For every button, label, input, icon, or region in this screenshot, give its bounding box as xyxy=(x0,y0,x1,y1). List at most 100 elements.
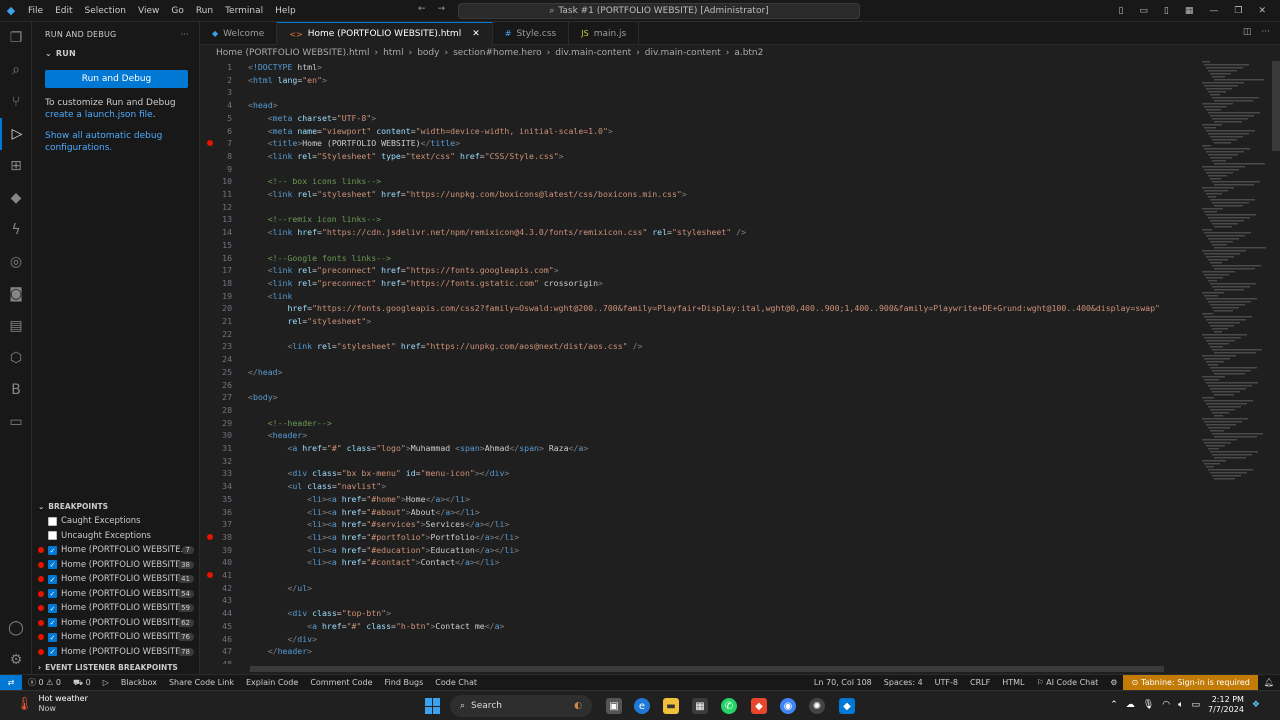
run-section-header[interactable]: ⌄ RUN xyxy=(32,46,199,60)
minimap[interactable] xyxy=(1200,61,1270,481)
line-ending[interactable]: CRLF xyxy=(964,678,996,687)
notebook-icon[interactable]: ▤ xyxy=(0,310,32,342)
debug-icon[interactable]: ▷ xyxy=(97,678,115,687)
event-listener-breakpoints-header[interactable]: › EVENT LISTENER BREAKPOINTS xyxy=(32,659,200,675)
code-editor[interactable]: 1 <!DOCTYPE html> 2 <html lang="en"> 3 4 <head… xyxy=(200,61,1200,664)
breakpoint-row[interactable]: ✓ Home (PORTFOLIO WEBSITE... 54 xyxy=(32,587,200,602)
menu-run[interactable]: Run xyxy=(196,6,213,16)
breakpoint-checkbox[interactable]: ✓ xyxy=(48,647,57,657)
breadcrumb-item[interactable]: html xyxy=(383,48,404,58)
split-editor-icon[interactable]: ◫ xyxy=(1243,27,1252,37)
breadcrumb-item[interactable]: div.main-content xyxy=(645,48,721,58)
microphone-icon[interactable]: 🎙︎ xyxy=(1143,700,1154,710)
status-code-chat[interactable]: Code Chat xyxy=(429,678,483,687)
ports-indicator[interactable]: ⛟ 0 xyxy=(67,678,97,688)
copilot-icon[interactable]: ❖ xyxy=(1252,700,1260,710)
lightning-icon[interactable]: ϟ xyxy=(0,214,32,246)
breadcrumb-item[interactable]: section#home.hero xyxy=(453,48,542,58)
cloud-icon[interactable]: ☁ xyxy=(1126,700,1135,710)
remote-icon[interactable]: ⇄ xyxy=(0,674,22,691)
weather-widget[interactable]: 🌡︎ Hot weather Now xyxy=(16,694,88,714)
chevron-up-icon[interactable]: ⌃ xyxy=(1110,700,1118,710)
status-share-code-link[interactable]: Share Code Link xyxy=(163,678,240,687)
breadcrumb-item[interactable]: Home (PORTFOLIO WEBSITE).html xyxy=(216,48,369,58)
breakpoint-checkbox[interactable]: ✓ xyxy=(48,589,57,599)
horizontal-scrollbar[interactable] xyxy=(250,666,1164,672)
store-icon[interactable]: ▦ xyxy=(692,698,708,714)
status-find-bugs[interactable]: Find Bugs xyxy=(379,678,430,687)
run-debug-icon[interactable]: ▷ xyxy=(0,118,32,150)
status-blackbox[interactable]: Blackbox xyxy=(115,678,163,687)
breakpoint-checkbox[interactable]: ✓ xyxy=(48,603,57,613)
vscode-taskbar-icon[interactable]: ◆ xyxy=(839,698,855,714)
forward-arrow-icon[interactable]: → xyxy=(438,4,446,14)
encoding[interactable]: UTF-8 xyxy=(929,678,964,687)
blackbox-icon[interactable]: B xyxy=(0,374,32,406)
menu-help[interactable]: Help xyxy=(275,6,296,16)
droplet-icon[interactable]: ◆ xyxy=(0,182,32,214)
cursor-position[interactable]: Ln 70, Col 108 xyxy=(808,678,878,687)
run-and-debug-button[interactable]: Run and Debug xyxy=(45,70,188,88)
create-launch-json-link[interactable]: create a launch.json file xyxy=(45,110,153,120)
breakpoint-row[interactable]: ✓ Home (PORTFOLIO WEBSITE... 7 xyxy=(32,543,200,558)
breakpoint-checkbox[interactable]: ✓ xyxy=(48,574,57,584)
caught-exceptions-checkbox[interactable] xyxy=(48,516,57,526)
breakpoint-checkbox[interactable]: ✓ xyxy=(48,560,57,570)
breadcrumb-item[interactable]: div.main-content xyxy=(555,48,631,58)
tab-main-js[interactable]: JS main.js xyxy=(569,22,640,45)
start-button[interactable] xyxy=(425,698,441,714)
breadcrumb-item[interactable]: a.btn2 xyxy=(734,48,763,58)
more-actions-icon[interactable]: ··· xyxy=(181,30,189,39)
ai-code-chat[interactable]: ⚐ AI Code Chat xyxy=(1030,678,1104,687)
toggle-panel-icon[interactable]: ▭ xyxy=(1139,6,1148,16)
menu-go[interactable]: Go xyxy=(171,6,183,16)
restore-icon[interactable]: ❐ xyxy=(1234,6,1242,16)
breakpoint-row[interactable]: ✓ Home (PORTFOLIO WEBSITE... 59 xyxy=(32,601,200,616)
breakpoint-row[interactable]: ✓ Home (PORTFOLIO WEBSITE... 62 xyxy=(32,616,200,631)
source-control-icon[interactable]: ⑂ xyxy=(0,86,32,118)
tab-home-portfolio-website-html[interactable]: <> Home (PORTFOLIO WEBSITE).html ✕ xyxy=(277,22,493,45)
toggle-sidebar-icon[interactable]: ▯ xyxy=(1118,6,1123,16)
close-icon[interactable]: ✕ xyxy=(472,29,480,39)
taskbar-search[interactable]: ⌕ Search ◐ xyxy=(450,695,592,717)
breadcrumb-item[interactable]: body xyxy=(417,48,439,58)
breakpoints-header[interactable]: ⌄ BREAKPOINTS xyxy=(32,498,200,514)
hexagon-icon[interactable]: ⬡ xyxy=(0,342,32,374)
uncaught-exceptions-row[interactable]: Uncaught Exceptions xyxy=(32,529,200,544)
tab-style-css[interactable]: # Style.css xyxy=(493,22,570,45)
show-all-debug-configs-link[interactable]: Show all automatic debug configurations. xyxy=(45,130,193,154)
caught-exceptions-row[interactable]: Caught Exceptions xyxy=(32,514,200,529)
search-icon[interactable]: ⌕ xyxy=(0,54,32,86)
wifi-icon[interactable]: ◠ xyxy=(1162,700,1170,710)
settings-gear-icon[interactable]: ⚙ xyxy=(0,644,32,676)
more-actions-icon[interactable]: ··· xyxy=(1261,27,1270,37)
task-view-icon[interactable]: ▣ xyxy=(606,698,622,714)
menu-selection[interactable]: Selection xyxy=(85,6,126,16)
battery-icon[interactable]: ▭ xyxy=(1191,700,1200,710)
breakpoint-checkbox[interactable]: ✓ xyxy=(48,618,57,628)
edge-icon[interactable]: ◎ xyxy=(0,246,32,278)
close-icon[interactable]: ✕ xyxy=(1258,6,1266,16)
toggle-secondary-sidebar-icon[interactable]: ▯ xyxy=(1164,6,1169,16)
menu-file[interactable]: File xyxy=(28,6,43,16)
extensions-icon[interactable]: ⊞ xyxy=(0,150,32,182)
whatsapp-icon[interactable]: ✆ xyxy=(721,698,737,714)
edge-browser-icon[interactable]: e xyxy=(634,698,650,714)
brave-browser-icon[interactable]: ◆ xyxy=(751,698,767,714)
docker-icon[interactable]: ◙ xyxy=(0,278,32,310)
language-mode[interactable]: HTML xyxy=(996,678,1030,687)
breakpoint-row[interactable]: ✓ Home (PORTFOLIO WEBSITE... 38 xyxy=(32,558,200,573)
account-icon[interactable]: ◯ xyxy=(0,612,32,644)
tab-welcome[interactable]: ◆ Welcome xyxy=(200,22,278,45)
breakpoint-row[interactable]: ✓ Home (PORTFOLIO WEBSITE... 41 xyxy=(32,572,200,587)
breakpoint-checkbox[interactable]: ✓ xyxy=(48,632,57,642)
customize-layout-icon[interactable]: ▦ xyxy=(1185,6,1194,16)
chrome-icon[interactable]: ◉ xyxy=(780,698,796,714)
menu-edit[interactable]: Edit xyxy=(55,6,72,16)
volume-icon[interactable]: 🔈︎ xyxy=(1178,700,1183,710)
uncaught-exceptions-checkbox[interactable] xyxy=(48,531,57,541)
indentation[interactable]: Spaces: 4 xyxy=(878,678,929,687)
menu-view[interactable]: View xyxy=(138,6,159,16)
minimize-icon[interactable]: — xyxy=(1209,6,1218,16)
breakpoint-row[interactable]: ✓ Home (PORTFOLIO WEBSITE... 76 xyxy=(32,630,200,645)
